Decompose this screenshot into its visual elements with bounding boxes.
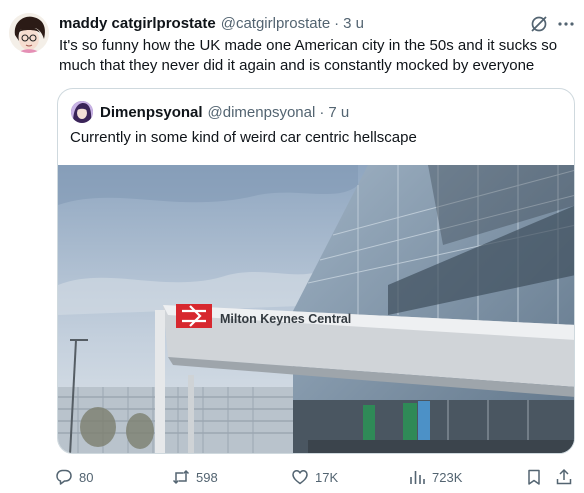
reply-count: 80 [79,469,94,485]
views-button[interactable]: 723K [408,466,462,488]
avatar[interactable] [9,13,49,53]
display-name[interactable]: maddy catgirlprostate [59,15,216,32]
quoted-text: Currently in some kind of weird car cent… [70,129,417,146]
more-icon[interactable] [556,14,576,34]
user-handle[interactable]: @catgirlprostate [221,15,330,32]
like-count: 17K [315,469,339,485]
tweet-header: maddy catgirlprostate @catgirlprostate ·… [59,13,364,33]
quoted-handle[interactable]: @dimenpsyonal [208,104,316,121]
reply-icon [56,469,72,485]
timestamp[interactable]: 3 u [343,15,364,32]
bookmark-icon [528,469,540,485]
share-icon [556,468,572,485]
quoted-display-name[interactable]: Dimenpsyonal [100,104,203,121]
station-sign-text: Milton Keynes Central [220,312,351,326]
heart-icon [292,470,308,485]
quoted-separator-dot: · [319,103,325,121]
retweet-count: 598 [196,469,218,485]
like-button[interactable]: 17K [291,466,338,488]
retweet-button[interactable]: 598 [172,466,218,488]
reply-button[interactable]: 80 [55,466,93,488]
tweet-text: It's so funny how the UK made one Americ… [59,37,558,74]
quoted-tweet[interactable]: Dimenpsyonal @dimenpsyonal · 7 u Current… [57,88,575,454]
quoted-photo[interactable]: Milton Keynes Central [58,165,574,453]
tweet[interactable]: maddy catgirlprostate @catgirlprostate ·… [0,0,584,493]
separator-dot: · [334,14,340,32]
views-icon [410,471,425,484]
view-count: 723K [432,469,463,485]
share-button[interactable] [555,466,573,488]
quoted-avatar[interactable] [71,101,93,123]
quoted-header: Dimenpsyonal @dimenpsyonal · 7 u [100,102,349,122]
bookmark-button[interactable] [525,466,543,488]
retweet-icon [172,469,190,485]
grok-icon[interactable] [529,14,549,34]
action-bar: 80 598 17K 723K [55,466,577,488]
quoted-timestamp[interactable]: 7 u [328,104,349,121]
